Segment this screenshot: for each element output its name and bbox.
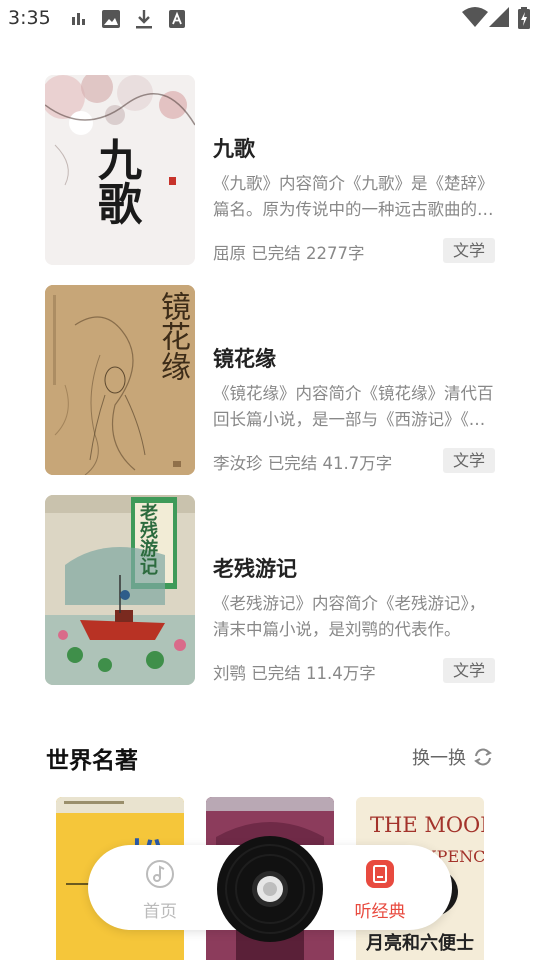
book-title: 九歌 [213, 137, 255, 161]
book-icon [366, 860, 394, 888]
book-description: 《九歌》内容简介《九歌》是《楚辞》篇名。原为传说中的一种远古歌曲的名称。 [213, 174, 494, 219]
data-bars-icon [72, 13, 85, 25]
nav-home[interactable]: 首页 [120, 859, 200, 922]
vinyl-disc-icon [217, 836, 323, 942]
refresh-button[interactable]: 换一换 [412, 744, 494, 770]
music-note-icon [146, 860, 174, 888]
book-status: 已完结 [251, 244, 301, 263]
book-category-tag[interactable]: 文学 [443, 658, 495, 683]
image-icon [102, 10, 120, 28]
book-cover[interactable]: 镜花缘 [45, 285, 195, 475]
book-title: 老残游记 [213, 557, 297, 581]
section-title: 世界名著 [46, 748, 138, 774]
status-time: 3:35 [8, 7, 51, 29]
nav-listen-classics[interactable]: 听经典 [340, 859, 420, 922]
book-cover[interactable]: 九歌 [45, 75, 195, 265]
book-word-count: 41.7万字 [322, 454, 393, 473]
book-word-count: 2277字 [306, 244, 365, 263]
book-meta: 屈原 已完结 2277字 [213, 240, 365, 264]
book-description: 《老残游记》内容简介《老残游记》，清末中篇小说，是刘鹗的代表作。 [213, 594, 486, 639]
book-meta: 刘鹗 已完结 11.4万字 [213, 660, 376, 684]
book-title: 镜花缘 [213, 347, 276, 371]
refresh-icon [474, 748, 492, 766]
book-category-tag[interactable]: 文学 [443, 238, 495, 263]
font-a-icon [169, 10, 185, 28]
refresh-label: 换一换 [412, 748, 466, 769]
book-status: 已完结 [251, 664, 301, 683]
cover-title: 镜花缘 [155, 291, 190, 381]
book-status: 已完结 [267, 454, 318, 473]
book-author: 屈原 [213, 244, 246, 263]
book-item[interactable]: 九歌 九歌 《九歌》内容简介《九歌》是《楚辞》篇名。原为传说中的一种远古歌曲的名… [45, 75, 495, 267]
book-word-count: 11.4万字 [306, 664, 376, 683]
book-meta: 李汝珍 已完结 41.7万字 [213, 450, 392, 474]
book-cover[interactable]: 老残游记 [45, 495, 195, 685]
book-description: 《镜花缘》内容简介《镜花缘》清代百回长篇小说，是一部与《西游记》《封神榜》同类的… [213, 384, 494, 429]
book-author: 刘鹗 [213, 664, 246, 683]
cell-signal-icon [489, 7, 509, 27]
download-icon [136, 10, 152, 29]
cover-art-boat [45, 495, 195, 685]
book-item[interactable]: 镜花缘 镜花缘 《镜花缘》内容简介《镜花缘》清代百回长篇小说，是一部与《西游记》… [45, 285, 495, 477]
book-category-tag[interactable]: 文学 [443, 448, 495, 473]
player-disc-button[interactable] [217, 836, 323, 942]
book-author: 李汝珍 [213, 454, 263, 473]
wifi-icon [462, 7, 488, 27]
cover-title: THE MOON [370, 813, 484, 837]
nav-listen-classics-label: 听经典 [354, 902, 406, 922]
cover-chinese-title: 月亮和六便士 [366, 933, 474, 954]
book-item[interactable]: 老残游记 老残游记 《老残游记》内容简介《老残游记》，清末中篇小说，是刘鹗的代表… [45, 495, 495, 687]
cover-title: 老残游记 [137, 503, 158, 575]
nav-home-label: 首页 [143, 902, 177, 922]
battery-charging-icon [518, 7, 530, 29]
cover-title: 九歌 [90, 137, 141, 225]
status-bar: 3:35 [0, 0, 540, 38]
